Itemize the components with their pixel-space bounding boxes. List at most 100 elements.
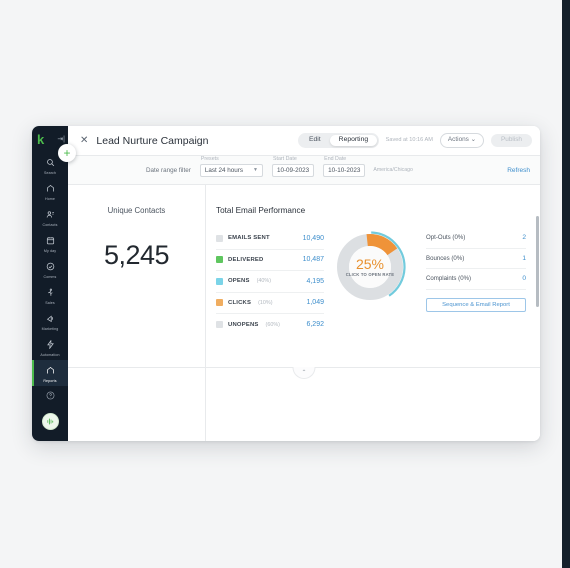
sidebar-item-comms[interactable]: Comms — [32, 256, 68, 282]
marketing-icon — [46, 311, 55, 327]
tab-reporting[interactable]: Reporting — [329, 134, 378, 147]
metric-value[interactable]: 1,049 — [306, 299, 324, 306]
stat-value[interactable]: 1 — [522, 255, 526, 262]
header-actions: Edit Reporting Saved at 10:16 AM Actions… — [298, 133, 532, 148]
contacts-icon — [46, 207, 55, 223]
stat-label: Opt-Outs (0%) — [426, 234, 466, 242]
email-performance-title: Total Email Performance — [216, 206, 306, 215]
metrics-list: EMAILS SENT 10,490 DELIVERED 10,487 OPEN… — [216, 228, 324, 336]
unique-contacts-value: 5,245 — [103, 240, 170, 270]
metric-value[interactable]: 10,490 — [303, 235, 324, 242]
sidebar-item-my-day[interactable]: My day — [32, 230, 68, 256]
end-date-label: End Date — [324, 155, 347, 162]
metric-label: UNOPENS — [228, 321, 259, 328]
chat-icon — [46, 259, 55, 275]
sidebar-item-automation[interactable]: Automation — [32, 334, 68, 360]
add-button[interactable]: + — [58, 144, 76, 162]
metric-label: CLICKS — [228, 299, 252, 306]
presets-select[interactable]: Last 24 hours ▼ — [199, 163, 263, 177]
sequence-email-report-button[interactable]: Sequence & Email Report — [426, 297, 526, 312]
donut-center-value: 25% — [355, 255, 385, 272]
sidebar-item-label: Search — [44, 170, 56, 175]
sidebar-footer — [32, 387, 68, 441]
chevron-down-icon: ⌄ — [470, 136, 477, 144]
donut-center-labels: 25% CLICK TO OPEN RATE — [333, 230, 407, 304]
date-range-filter-label: Date range filter — [146, 166, 191, 174]
list-item: EMAILS SENT 10,490 — [216, 228, 324, 250]
metric-percent: (10%) — [258, 299, 273, 306]
sidebar-item-sales[interactable]: Sales — [32, 282, 68, 308]
start-date-label: Start Date — [272, 155, 297, 162]
email-performance-body: EMAILS SENT 10,490 DELIVERED 10,487 OPEN… — [216, 228, 540, 336]
collapse-panel-icon[interactable]: ⇥| — [57, 136, 65, 143]
automation-icon — [46, 337, 55, 353]
content-area: Unique Contacts 5,245 Total Email Perfor… — [68, 185, 540, 441]
list-item: OPENS (40%) 4,195 — [216, 271, 324, 293]
sidebar-item-reports[interactable]: Reports — [32, 360, 68, 386]
end-date-field: End Date 10-10-2023 — [323, 156, 366, 177]
secondary-stats: Opt-Outs (0%) 2 Bounces (0%) 1 Complaint… — [416, 228, 540, 336]
list-item: UNOPENS (60%) 6,292 — [216, 314, 324, 336]
sidebar-item-label: Home — [45, 196, 55, 201]
stat-value[interactable]: 2 — [522, 234, 526, 241]
screen-edge-strip — [562, 0, 570, 568]
stat-value[interactable]: 0 — [522, 275, 526, 282]
stat-label: Complaints (0%) — [426, 275, 472, 283]
timezone-label: America/Chicago — [373, 167, 413, 173]
presets-label: Presets — [200, 155, 219, 162]
main-area: ✕ Lead Nurture Campaign Edit Reporting S… — [68, 126, 540, 441]
publish-button[interactable]: Publish — [491, 133, 532, 148]
metric-percent: (40%) — [256, 278, 272, 285]
sidebar-item-marketing[interactable]: Marketing — [32, 308, 68, 334]
reports-icon — [46, 363, 55, 379]
end-date-input[interactable]: 10-10-2023 — [323, 163, 366, 177]
app-window: k ⇥| Search Home Contacts My day Comms S… — [32, 126, 540, 441]
chevron-down-icon: ▼ — [252, 166, 258, 173]
metric-value[interactable]: 6,292 — [306, 321, 324, 328]
actions-button[interactable]: Actions ⌄ — [439, 133, 485, 148]
list-item: DELIVERED 10,487 — [216, 250, 324, 271]
sidebar-item-contacts[interactable]: Contacts — [32, 204, 68, 230]
presets-value: Last 24 hours — [204, 166, 243, 174]
table-row: Opt-Outs (0%) 2 — [426, 228, 526, 249]
swatch-clicks — [216, 299, 223, 307]
sidebar: k ⇥| Search Home Contacts My day Comms S… — [32, 126, 68, 441]
mode-tabs: Edit Reporting — [298, 133, 379, 148]
sidebar-nav: Search Home Contacts My day Comms Sales … — [32, 152, 68, 386]
sidebar-item-home[interactable]: Home — [32, 178, 68, 204]
scrollbar-thumb[interactable] — [535, 216, 539, 308]
table-row: Bounces (0%) 1 — [426, 249, 526, 269]
table-row: Complaints (0%) 0 — [426, 269, 526, 290]
sidebar-item-label: Marketing — [41, 326, 59, 331]
start-date-field: Start Date 10-09-2023 — [271, 156, 315, 177]
close-icon[interactable]: ✕ — [80, 135, 88, 146]
help-circle-icon[interactable] — [46, 387, 55, 405]
presets-field: Presets Last 24 hours ▼ — [199, 156, 263, 177]
sidebar-item-label: Automation — [40, 352, 60, 357]
vertical-scrollbar[interactable] — [535, 216, 539, 363]
stat-label: Bounces (0%) — [426, 254, 465, 262]
sidebar-item-label: Sales — [45, 300, 55, 305]
swatch-delivered — [216, 256, 223, 264]
metric-label: OPENS — [228, 278, 250, 285]
sales-icon — [46, 285, 55, 301]
metric-value[interactable]: 4,195 — [306, 278, 324, 285]
tab-edit[interactable]: Edit — [300, 135, 330, 147]
list-item: CLICKS (10%) 1,049 — [216, 293, 324, 314]
refresh-button[interactable]: Refresh — [507, 167, 530, 174]
donut-chart-wrap: 25% CLICK TO OPEN RATE — [324, 228, 416, 336]
sidebar-item-label: My day — [43, 248, 57, 253]
swatch-opens — [216, 277, 223, 285]
start-date-input[interactable]: 10-09-2023 — [271, 163, 315, 177]
user-avatar[interactable] — [41, 413, 59, 430]
metric-label: DELIVERED — [228, 256, 264, 263]
metric-value[interactable]: 10,487 — [303, 256, 324, 263]
sidebar-item-label: Comms — [43, 274, 57, 279]
sidebar-item-label: Contacts — [42, 222, 58, 227]
page-header: ✕ Lead Nurture Campaign Edit Reporting S… — [68, 126, 540, 155]
actions-button-label: Actions — [447, 136, 469, 144]
click-to-open-donut-chart: 25% CLICK TO OPEN RATE — [333, 230, 407, 304]
page-title: Lead Nurture Campaign — [96, 134, 209, 147]
keap-logo-icon: k — [37, 131, 44, 147]
unique-contacts-card: Unique Contacts 5,245 — [68, 185, 206, 441]
